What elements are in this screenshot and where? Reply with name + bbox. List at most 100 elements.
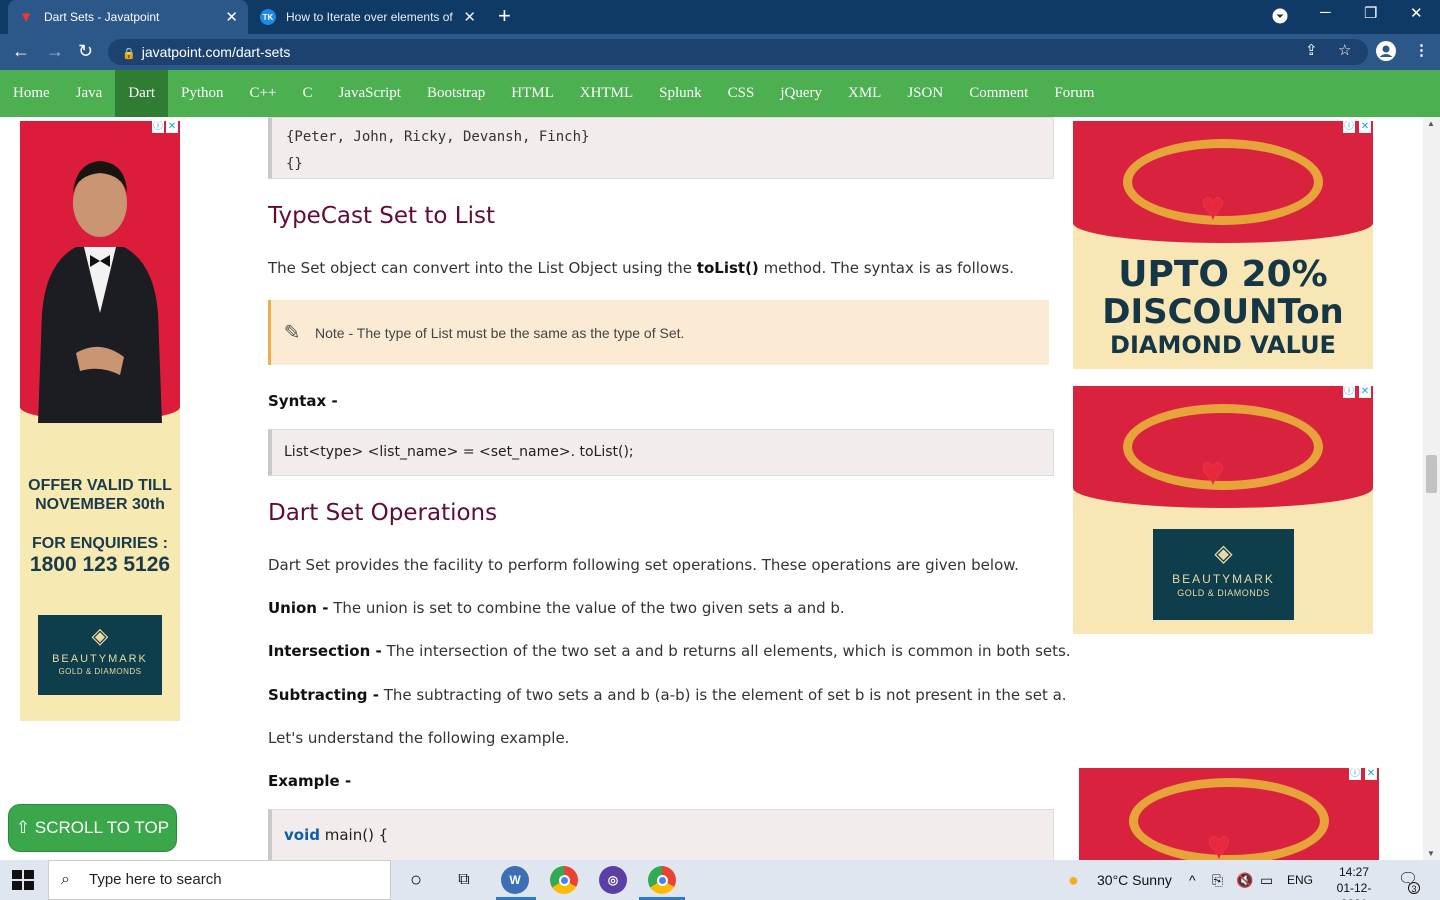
nav-java[interactable]: Java <box>63 70 116 117</box>
heart-icon: ♥ <box>1207 824 1231 860</box>
browser-tab[interactable]: TK How to Iterate over elements of I ✕ <box>250 0 486 34</box>
network-usb-icon[interactable]: ⎘ <box>1212 860 1223 900</box>
output-code-block: {Peter, John, Ricky, Devansh, Finch} {} <box>268 117 1054 179</box>
nav-c[interactable]: C <box>289 70 325 117</box>
show-hidden-icons-chevron-icon[interactable]: ^ <box>1189 860 1196 900</box>
nav-python[interactable]: Python <box>168 70 237 117</box>
ad-brand: BEAUTYMARK <box>1172 572 1275 586</box>
output-line: {Peter, John, Ricky, Devansh, Finch} <box>286 129 590 145</box>
nav-forum[interactable]: Forum <box>1041 70 1107 117</box>
lock-icon: 🔒 <box>122 48 136 60</box>
diamond-icon: ◈ <box>91 623 109 648</box>
output-line: {} <box>286 156 303 172</box>
ad-close-icon[interactable]: ✕ <box>166 121 178 133</box>
nav-json[interactable]: JSON <box>894 70 956 117</box>
search-icon: ⌕ <box>61 871 70 888</box>
diamond-icon: ◈ <box>1214 540 1233 567</box>
union-paragraph: Union - The union is set to combine the … <box>268 599 845 617</box>
minimize-icon[interactable]: ─ <box>1320 4 1331 21</box>
nav-javascript[interactable]: JavaScript <box>325 70 413 117</box>
syntax-code: List<type> <list_name> = <set_name>. toL… <box>284 444 634 460</box>
clock[interactable]: 14:27 01-12-2021 <box>1324 864 1384 900</box>
nav-comment[interactable]: Comment <box>956 70 1041 117</box>
note-text: Note - The type of List must be the same… <box>315 324 685 341</box>
left-advertisement[interactable]: OFFER VALID TILL NOVEMBER 30th FOR ENQUI… <box>20 121 180 721</box>
scroll-up-arrow-icon[interactable]: ▲ <box>1427 119 1435 128</box>
syntax-label-text: Syntax - <box>268 392 338 410</box>
back-arrow-icon[interactable]: ← <box>12 41 30 61</box>
intersection-label: Intersection - <box>268 642 382 660</box>
ad-offer-text: OFFER VALID TILL <box>28 477 172 494</box>
cortana-icon[interactable]: ○ <box>402 866 430 894</box>
bookmark-star-icon[interactable]: ☆ <box>1338 41 1351 59</box>
windows-start-icon[interactable] <box>12 870 34 890</box>
typecast-paragraph: The Set object can convert into the List… <box>268 259 1014 277</box>
ad-phone: 1800 123 5126 <box>29 553 171 576</box>
code-text: main() { <box>319 826 389 844</box>
adchoices-icon[interactable]: ⓘ <box>1349 768 1361 780</box>
adchoices-icon[interactable]: ⓘ <box>1343 386 1355 398</box>
chrome-icon[interactable] <box>550 866 578 894</box>
nav-home[interactable]: Home <box>0 70 63 117</box>
menu-kebab-icon[interactable]: ⋮ <box>1414 41 1429 59</box>
taskbar-search-box[interactable]: ⌕ Type here to search <box>48 860 391 900</box>
share-icon[interactable]: ⇪ <box>1305 41 1318 59</box>
close-tab-icon[interactable]: ✕ <box>225 8 238 26</box>
scroll-down-arrow-icon[interactable]: ▼ <box>1427 849 1435 858</box>
nav-splunk[interactable]: Splunk <box>646 70 715 117</box>
page-scrollbar[interactable]: ▲ ▼ <box>1423 117 1440 860</box>
right-advertisement-2[interactable]: ♥ ◈ BEAUTYMARK GOLD & DIAMONDS ⓘ ✕ <box>1073 386 1373 634</box>
volume-muted-icon[interactable]: 🔇 <box>1236 860 1253 900</box>
weather-text[interactable]: 30°C Sunny <box>1097 860 1172 900</box>
maximize-icon[interactable]: ❐ <box>1364 4 1377 22</box>
nav-bootstrap[interactable]: Bootstrap <box>414 70 498 117</box>
subtracting-paragraph: Subtracting - The subtracting of two set… <box>268 686 1067 704</box>
clock-time: 14:27 <box>1338 865 1370 879</box>
ad-close-icon[interactable]: ✕ <box>1359 386 1371 398</box>
adchoices-icon[interactable]: ⓘ <box>1343 121 1355 133</box>
ad-discount-text: UPTO 20% DISCOUNTon DIAMOND VALUE <box>1073 257 1373 358</box>
ad-close-icon[interactable]: ✕ <box>1365 768 1377 780</box>
syntax-code-block: List<type> <list_name> = <set_name>. toL… <box>268 429 1054 476</box>
tor-browser-icon[interactable]: ◎ <box>599 866 627 894</box>
weather-sun-icon: ● <box>1068 870 1079 890</box>
adchoices-icon[interactable]: ⓘ <box>152 121 164 133</box>
nav-css[interactable]: CSS <box>715 70 768 117</box>
nav-cpp[interactable]: C++ <box>237 70 290 117</box>
browser-toolbar: ← → ↻ 🔒 javatpoint.com/dart-sets ⇪ ☆ ⋮ <box>0 34 1440 70</box>
chrome-profile-icon[interactable] <box>648 866 676 894</box>
nav-html[interactable]: HTML <box>498 70 567 117</box>
close-tab-icon[interactable]: ✕ <box>463 8 476 26</box>
scrollbar-thumb[interactable] <box>1426 455 1437 493</box>
nav-dart[interactable]: Dart <box>115 70 168 117</box>
network-icon[interactable]: ▭ <box>1260 860 1273 900</box>
ad-close-icon[interactable]: ✕ <box>1359 121 1371 133</box>
union-text: The union is set to combine the value of… <box>328 599 845 617</box>
language-indicator[interactable]: ENG <box>1287 860 1313 900</box>
syntax-label: Syntax - <box>268 392 338 410</box>
nav-xhtml[interactable]: XHTML <box>567 70 646 117</box>
forward-arrow-icon[interactable]: → <box>46 41 64 61</box>
task-view-icon[interactable]: ⧉ <box>450 866 478 894</box>
tab-title: How to Iterate over elements of I <box>286 10 458 24</box>
lets-understand: Let's understand the following example. <box>268 729 570 747</box>
browser-tab-bar: ▼ Dart Sets - Javatpoint ✕ TK How to Ite… <box>0 0 1440 34</box>
scroll-to-top-button[interactable]: ⇧ SCROLL TO TOP <box>8 804 177 852</box>
address-bar[interactable]: 🔒 javatpoint.com/dart-sets <box>108 39 1368 65</box>
heading-operations: Dart Set Operations <box>268 500 498 526</box>
reload-icon[interactable]: ↻ <box>78 41 93 61</box>
app-icon[interactable]: W <box>501 866 529 894</box>
javatpoint-favicon-icon: ▼ <box>18 8 34 26</box>
profile-icon[interactable] <box>1376 41 1396 65</box>
tab-search-icon[interactable] <box>1272 8 1288 28</box>
typecast-text-end: method. The syntax is as follows. <box>758 259 1014 277</box>
nav-xml[interactable]: XML <box>835 70 894 117</box>
ad-model-image <box>38 161 162 423</box>
new-tab-button[interactable]: + <box>498 4 511 28</box>
right-advertisement-3[interactable]: ♥ ⓘ ✕ <box>1079 768 1379 860</box>
right-advertisement-1[interactable]: ♥ UPTO 20% DISCOUNTon DIAMOND VALUE ⓘ ✕ <box>1073 121 1373 369</box>
browser-tab-active[interactable]: ▼ Dart Sets - Javatpoint ✕ <box>8 0 248 34</box>
ad-brand-sub: GOLD & DIAMONDS <box>58 667 142 676</box>
close-window-icon[interactable]: ✕ <box>1410 4 1423 22</box>
nav-jquery[interactable]: jQuery <box>767 70 835 117</box>
